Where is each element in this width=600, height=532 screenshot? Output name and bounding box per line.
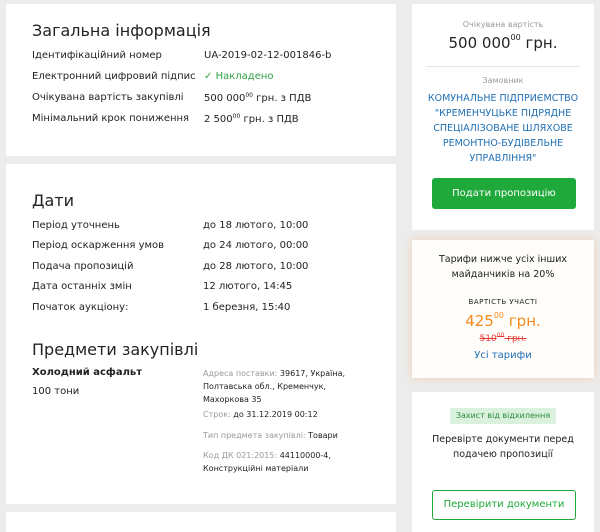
signature-label: Електронний цифровий підпис: [32, 71, 196, 82]
old-price: 51000 грн.: [412, 332, 594, 344]
item-code: Код ДК 021:2015: 44110000-4, Конструкцій…: [203, 449, 331, 475]
customer-line-3: СПЕЦІАЛІЗОВАНЕ ШЛЯХОВЕ: [433, 123, 573, 134]
dates-title: Дати: [32, 191, 75, 210]
expected-value-sup: 00: [510, 33, 521, 42]
clarify-label: Період уточнень: [32, 220, 120, 231]
auction-start-label: Початок аукціону:: [32, 302, 129, 313]
auction-start-value: 1 березня, 15:40: [203, 302, 291, 313]
protect-badge: Захист від відхилення: [450, 408, 556, 424]
price-value: 42500 грн.: [412, 311, 594, 330]
check-icon: ✓: [204, 71, 213, 82]
submit-proposal-button[interactable]: Подати пропозицію: [432, 178, 576, 209]
next-card: [6, 512, 396, 532]
last-change-value: 12 лютого, 14:45: [203, 281, 293, 292]
min-step-main: 2 500: [204, 114, 233, 125]
type-value: Товари: [308, 431, 338, 440]
code-label: Код ДК 021:2015:: [203, 451, 278, 460]
customer-line-4: РЕМОНТНО-БУДІВЕЛЬНЕ: [442, 138, 564, 149]
sidebar-summary-card: Очікувана вартість 500 00000 грн. Замовн…: [412, 4, 594, 230]
type-label: Тип предмета закупівлі:: [203, 431, 306, 440]
code-value1: 44110000-4,: [279, 451, 331, 460]
doc-check-card: Захист від відхилення Перевірте документ…: [412, 392, 594, 532]
tariff-card: Тарифи нижче усіх інших майданчиків на 2…: [412, 240, 594, 378]
expected-cost-sup: 00: [245, 92, 253, 99]
expected-cost-label: Очікувана вартість закупівлі: [32, 92, 184, 103]
submission-value: до 28 лютого, 10:00: [203, 261, 309, 272]
appeal-value: до 24 лютого, 00:00: [203, 240, 309, 251]
min-step-label: Мінімальний крок пониження: [32, 113, 190, 124]
address-value1: 39617, Україна,: [279, 369, 346, 378]
expected-cost-main: 500 000: [204, 93, 246, 104]
min-step-tail: грн. з ПДВ: [240, 114, 299, 125]
code-value2: Конструкційні матеріали: [203, 464, 309, 473]
tariff-text-line-1: Тарифи нижче усіх інших: [438, 254, 568, 265]
all-tariffs-link[interactable]: Усі тарифи: [412, 350, 594, 361]
last-change-label: Дата останніх змін: [32, 281, 132, 292]
address-value2: Полтавська обл., Кременчук,: [203, 382, 326, 391]
customer-line-5: УПРАВЛІННЯ": [469, 153, 537, 164]
item-quantity: 100 тони: [32, 386, 80, 397]
customer-line-2: "КРЕМЕНЧУЦЬКЕ ПІДРЯДНЕ: [434, 108, 572, 119]
clarify-value: до 18 лютого, 10:00: [203, 220, 309, 231]
tariff-text-line-2: майданчиків на 20%: [451, 269, 555, 280]
submission-label: Подача пропозицій: [32, 261, 134, 272]
old-price-main: 510: [479, 334, 497, 344]
appeal-label: Період оскарження умов: [32, 240, 165, 251]
item-type: Тип предмета закупівлі: Товари: [203, 431, 338, 440]
check-text-line-2: подачею пропозиції: [453, 449, 553, 460]
signature-value: ✓ Накладено: [204, 71, 274, 82]
items-title: Предмети закупівлі: [32, 340, 199, 359]
item-name: Холодний асфальт: [32, 367, 143, 378]
id-label: Ідентифікаційний номер: [32, 50, 162, 61]
general-info-card: Загальна інформація Ідентифікаційний ном…: [6, 4, 396, 156]
price-tail: грн.: [504, 312, 541, 330]
address-label: Адреса поставки:: [203, 369, 278, 378]
item-term: Строк: до 31.12.2019 00:12: [203, 410, 318, 419]
id-value: UA-2019-02-12-001846-b: [204, 50, 332, 61]
customer-line-1: КОМУНАЛЬНЕ ПІДПРИЄМСТВО: [427, 93, 579, 104]
min-step-value: 2 50000 грн. з ПДВ: [204, 113, 299, 125]
check-text-line-1: Перевірте документи перед: [432, 434, 574, 445]
check-documents-button[interactable]: Перевірити документи: [432, 490, 576, 520]
price-main: 425: [465, 312, 494, 330]
term-label: Строк:: [203, 410, 231, 419]
expected-value-main: 500 000: [448, 34, 511, 52]
expected-value: 500 00000 грн.: [412, 33, 594, 52]
old-price-tail: грн.: [504, 334, 527, 344]
expected-value-tail: грн.: [520, 34, 558, 52]
general-info-title: Загальна інформація: [32, 21, 211, 40]
tariff-text: Тарифи нижче усіх інших майданчиків на 2…: [412, 252, 594, 282]
check-text: Перевірте документи перед подачею пропоз…: [412, 432, 594, 462]
customer-label: Замовник: [482, 76, 524, 85]
expected-cost-tail: грн. з ПДВ: [253, 93, 312, 104]
item-address: Адреса поставки: 39617, Україна, Полтавс…: [203, 367, 345, 406]
address-value3: Махоркова 35: [203, 395, 262, 404]
sidebar-divider: [426, 66, 580, 67]
term-value: до 31.12.2019 00:12: [233, 410, 318, 419]
signature-value-text: Накладено: [215, 71, 274, 82]
customer-name-link[interactable]: КОМУНАЛЬНЕ ПІДПРИЄМСТВО "КРЕМЕНЧУЦЬКЕ ПІ…: [412, 91, 594, 166]
dates-card: Дати Період уточнень до 18 лютого, 10:00…: [6, 164, 396, 504]
expected-label: Очікувана вартість: [462, 20, 544, 29]
participation-label: ВАРТІСТЬ УЧАСТІ: [468, 298, 538, 306]
expected-cost-value: 500 00000 грн. з ПДВ: [204, 92, 311, 104]
price-sup: 00: [493, 311, 505, 320]
